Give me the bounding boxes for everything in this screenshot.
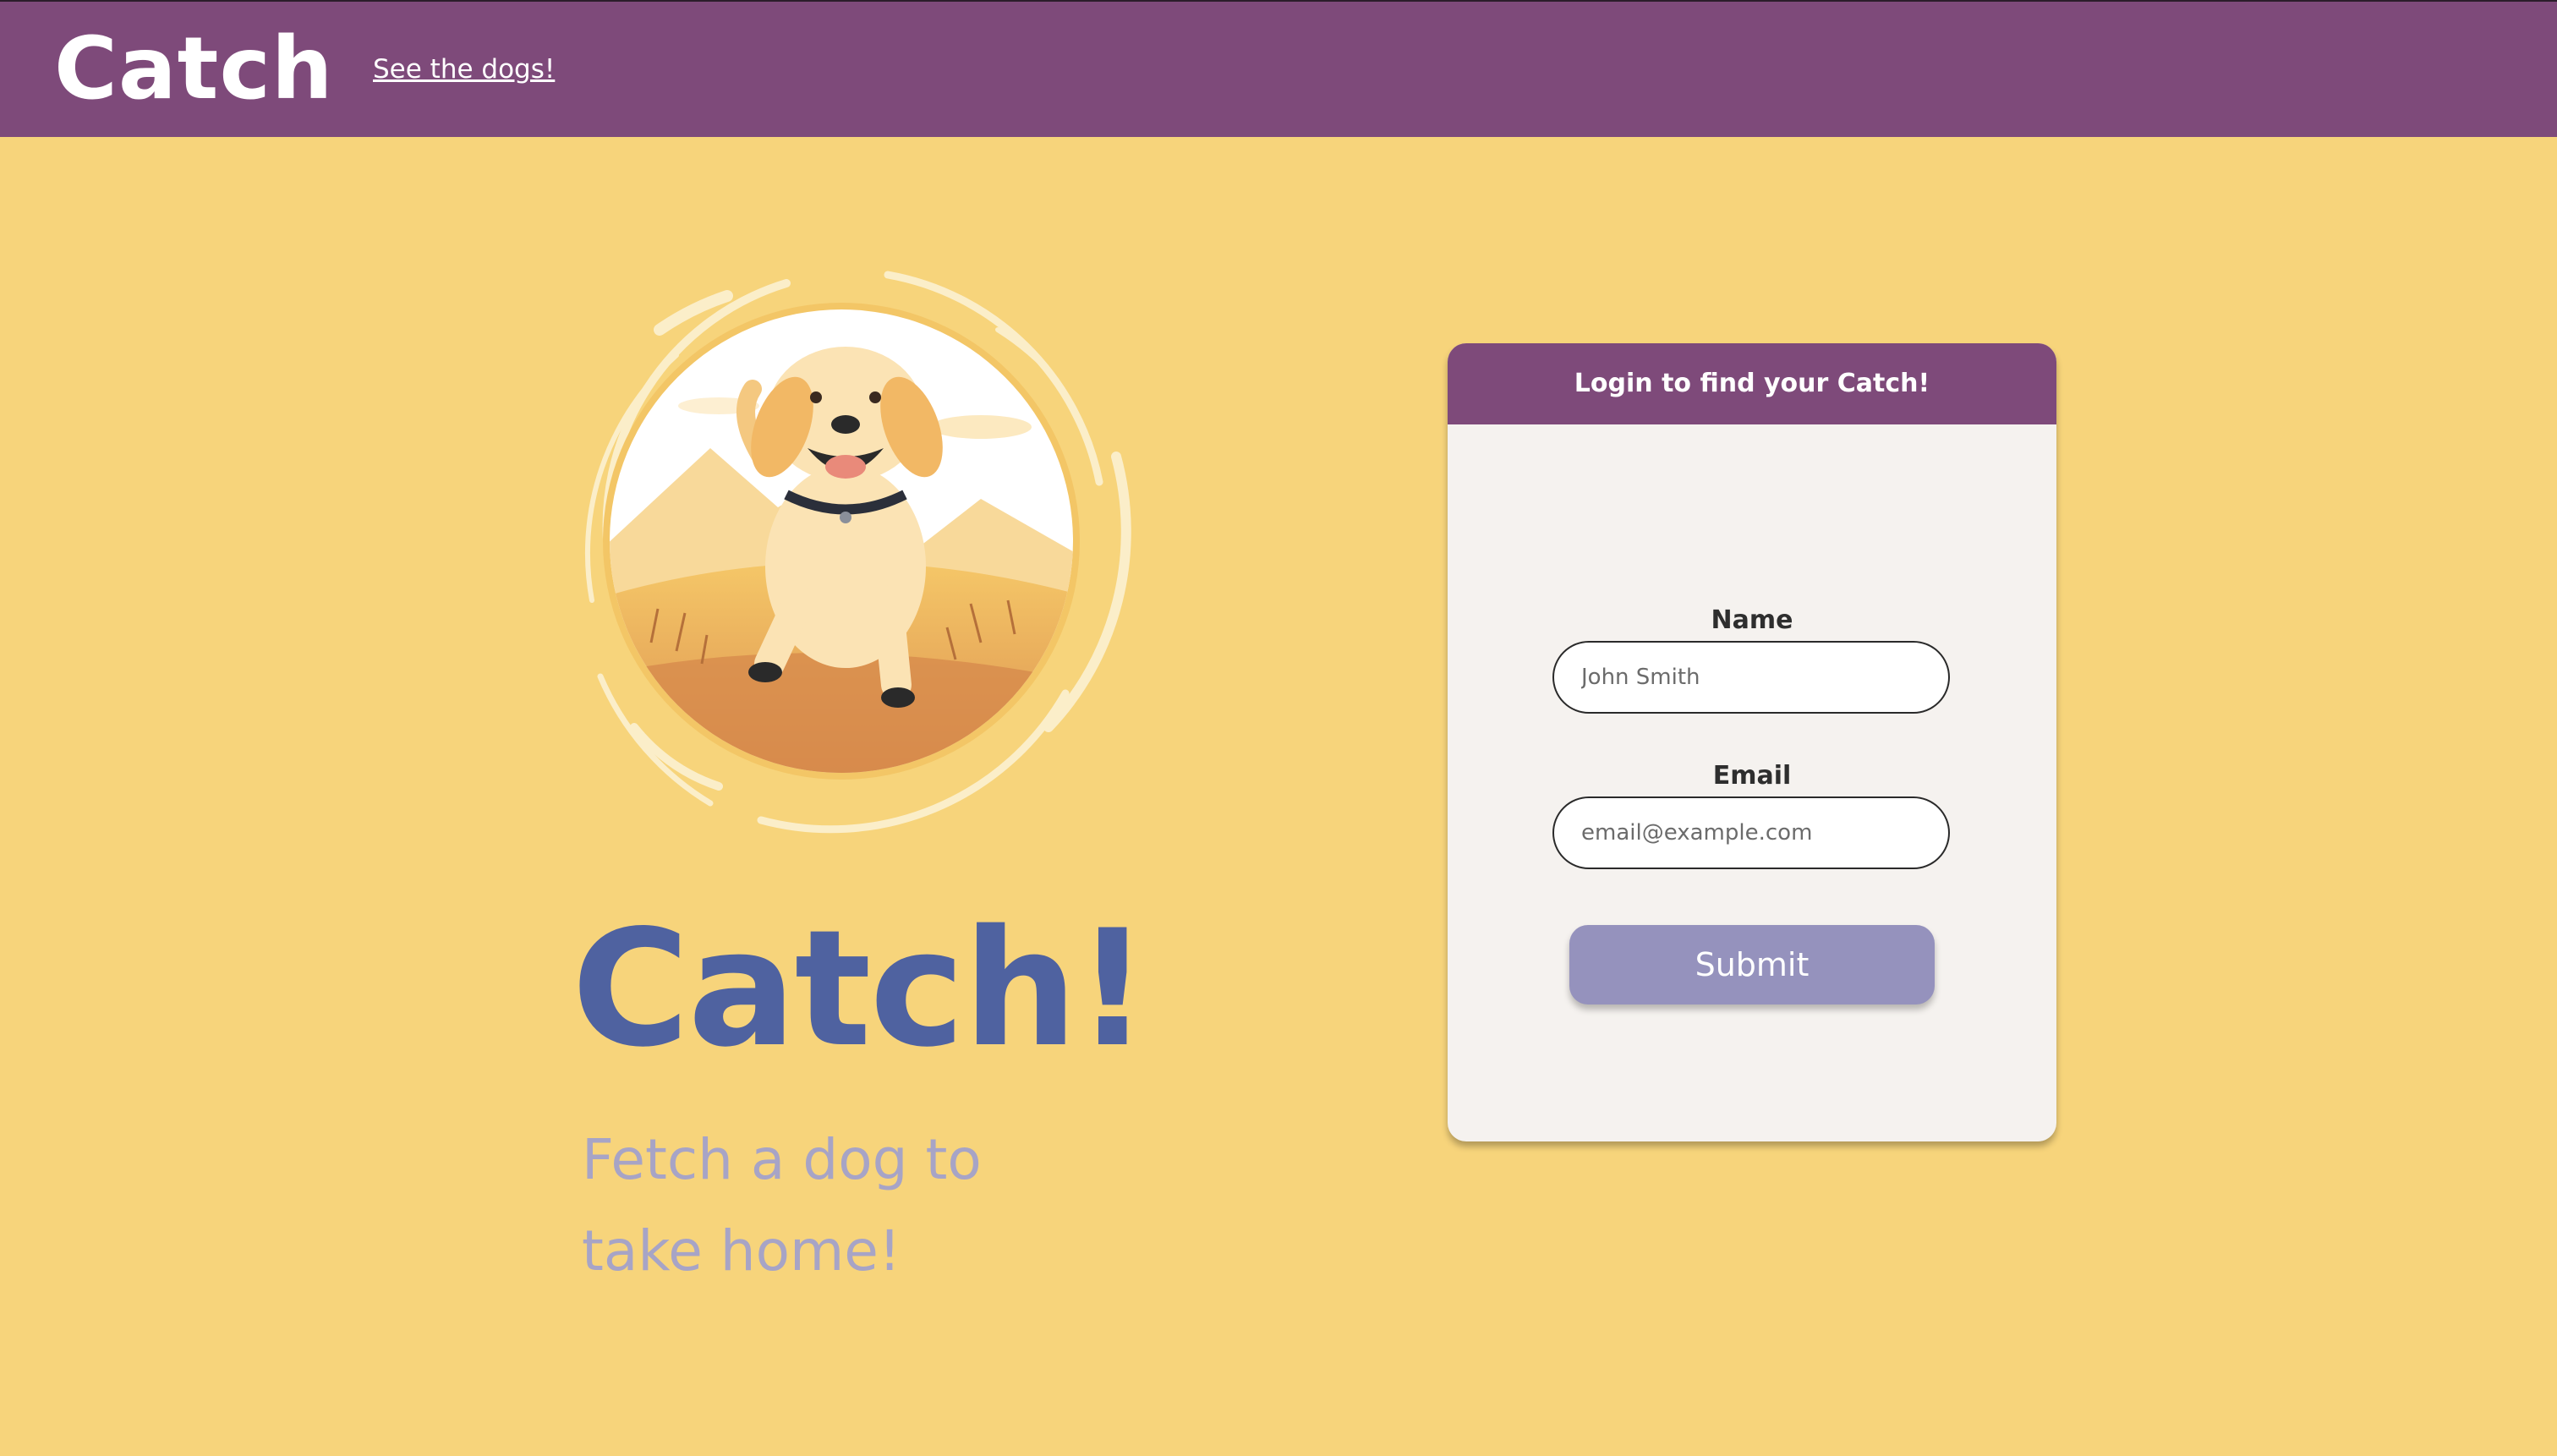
email-input[interactable] [1552,796,1950,869]
running-puppy-icon [584,271,1131,834]
navbar: Catch See the dogs! [0,2,2557,137]
hero-title: Catch! [572,895,1149,1082]
name-input[interactable] [1552,641,1950,714]
submit-button[interactable]: Submit [1569,925,1935,1004]
puppy-illustration [507,203,1175,862]
brand-logo[interactable]: Catch [54,15,334,123]
hero-subtitle: Fetch a dog to take home! [582,1127,982,1284]
email-label: Email [1712,761,1792,791]
name-label: Name [1711,605,1793,635]
login-card: Login to find your Catch! Name Email Sub… [1448,343,2056,1141]
login-card-header: Login to find your Catch! [1448,343,2056,424]
see-dogs-link[interactable]: See the dogs! [373,51,555,88]
